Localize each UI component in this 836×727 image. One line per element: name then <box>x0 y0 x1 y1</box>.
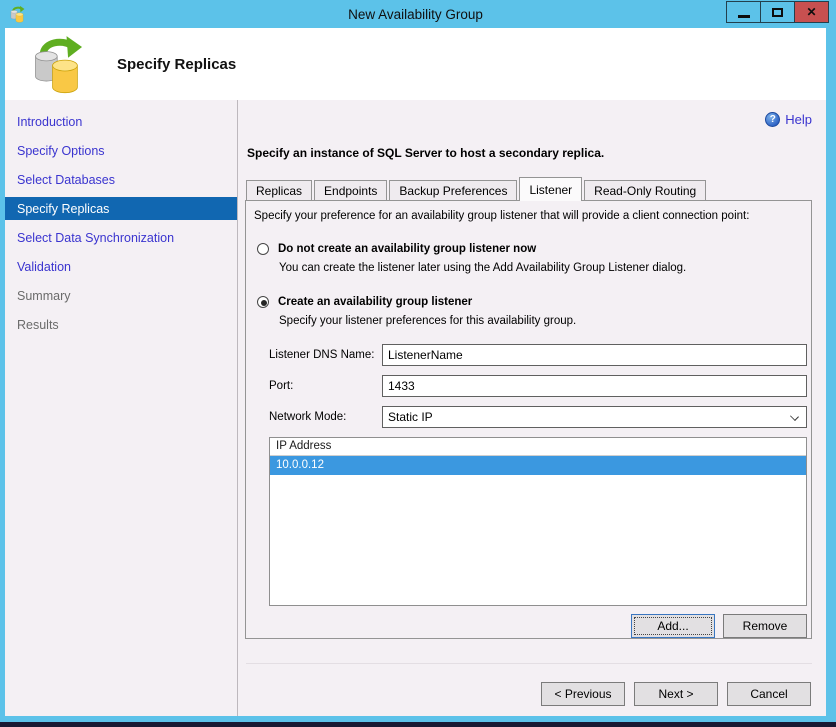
radio-sub-create-listener: Specify your listener preferences for th… <box>279 315 577 327</box>
port-input[interactable] <box>382 375 807 397</box>
tab-replicas[interactable]: Replicas <box>246 180 313 200</box>
help-link[interactable]: ? Help <box>765 111 812 127</box>
tab-strip: Replicas Endpoints Backup Preferences Li… <box>245 177 812 201</box>
minimize-button[interactable] <box>726 1 761 23</box>
radio-sub-no-listener: You can create the listener later using … <box>279 262 687 274</box>
network-mode-value: Static IP <box>388 410 433 424</box>
instruction-text: Specify an instance of SQL Server to hos… <box>247 146 605 160</box>
network-mode-select[interactable]: Static IP <box>382 406 807 428</box>
listener-dns-name-input[interactable] <box>382 344 807 366</box>
window-title: New Availability Group <box>348 6 483 22</box>
close-icon: ✕ <box>806 5 817 19</box>
window-bottom-edge <box>0 722 836 727</box>
previous-button[interactable]: < Previous <box>541 682 625 706</box>
network-mode-label: Network Mode: <box>269 411 347 423</box>
dialog-window: New Availability Group ✕ Specify Replica… <box>0 0 836 727</box>
chevron-down-icon <box>790 412 799 421</box>
radio-button-no-listener[interactable] <box>257 243 269 255</box>
sidebar-item-select-data-synchronization[interactable]: Select Data Synchronization <box>5 226 237 249</box>
tab-listener[interactable]: Listener <box>519 177 583 201</box>
tab-backup-preferences[interactable]: Backup Preferences <box>389 180 518 200</box>
radio-button-create-listener[interactable] <box>257 296 269 308</box>
ip-address-list: IP Address 10.0.0.12 <box>269 437 807 606</box>
page-title: Specify Replicas <box>117 55 237 73</box>
ip-address-row[interactable]: 10.0.0.12 <box>270 456 806 475</box>
help-label: Help <box>785 111 812 127</box>
listener-dns-name-label: Listener DNS Name: <box>269 349 375 361</box>
replicas-database-sync-icon <box>35 36 83 94</box>
wizard-steps-sidebar: Introduction Specify Options Select Data… <box>5 100 238 716</box>
radio-option-no-listener: Do not create an availability group list… <box>257 243 807 255</box>
maximize-icon <box>772 7 783 17</box>
wizard-navigation: < Previous Next > Cancel <box>245 682 812 706</box>
listener-tab-panel: Specify your preference for an availabil… <box>245 200 812 639</box>
add-button[interactable]: Add... <box>631 614 715 638</box>
listener-description: Specify your preference for an availabil… <box>254 210 750 222</box>
remove-button[interactable]: Remove <box>723 614 807 638</box>
cancel-button[interactable]: Cancel <box>727 682 811 706</box>
port-label: Port: <box>269 380 294 392</box>
wizard-header: Specify Replicas <box>5 28 826 100</box>
radio-option-create-listener: Create an availability group listener <box>257 296 807 308</box>
sidebar-item-summary: Summary <box>17 288 71 303</box>
sidebar-item-select-databases[interactable]: Select Databases <box>5 168 237 191</box>
radio-label-create-listener[interactable]: Create an availability group listener <box>278 296 472 308</box>
close-button[interactable]: ✕ <box>794 1 829 23</box>
footer-divider <box>246 663 812 664</box>
radio-label-no-listener[interactable]: Do not create an availability group list… <box>278 243 536 255</box>
sidebar-item-introduction[interactable]: Introduction <box>5 110 237 133</box>
titlebar: New Availability Group ✕ <box>5 0 829 28</box>
window-controls: ✕ <box>726 1 829 23</box>
sidebar-item-specify-replicas[interactable]: Specify Replicas <box>5 197 237 220</box>
maximize-button[interactable] <box>760 1 795 23</box>
dialog-body: Specify Replicas Introduction Specify Op… <box>5 28 826 716</box>
tab-read-only-routing[interactable]: Read-Only Routing <box>584 180 707 200</box>
listener-form: Listener DNS Name: Port: Network Mode: S… <box>269 344 807 437</box>
sidebar-item-specify-options[interactable]: Specify Options <box>5 139 237 162</box>
sidebar-item-results: Results <box>17 317 59 332</box>
help-icon: ? <box>765 111 781 127</box>
main-content: ? Help Specify an instance of SQL Server… <box>238 100 826 716</box>
tab-endpoints[interactable]: Endpoints <box>314 180 388 200</box>
minimize-icon <box>737 14 750 18</box>
next-button[interactable]: Next > <box>634 682 718 706</box>
ip-address-column-header[interactable]: IP Address <box>270 438 806 456</box>
sidebar-item-validation[interactable]: Validation <box>5 255 237 278</box>
